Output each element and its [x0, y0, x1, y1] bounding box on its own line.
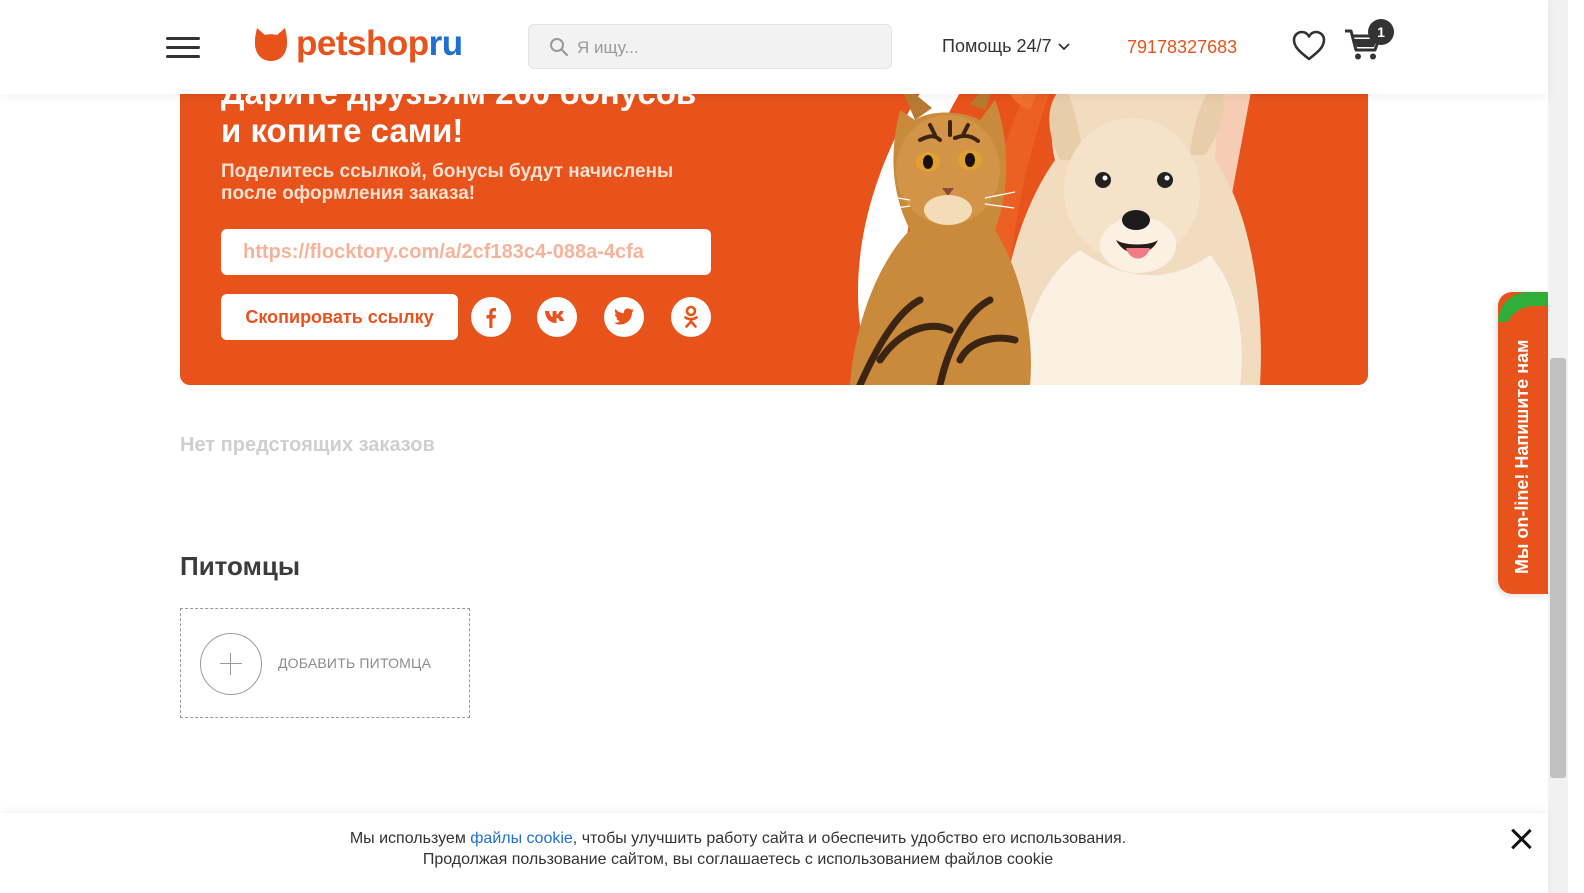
help-dropdown[interactable]: Помощь 24/7 [942, 36, 1070, 57]
close-icon[interactable] [1509, 827, 1533, 851]
cookie-text-before: Мы используем [349, 830, 471, 847]
add-pet-label: ДОБАВИТЬ ПИТОМЦА [278, 655, 432, 671]
cart-count-badge[interactable]: 1 [1368, 19, 1394, 45]
menu-icon[interactable] [166, 36, 200, 60]
vk-share-button[interactable] [537, 297, 577, 337]
chat-tab-label: Мы on-line! Напишите нам [1512, 339, 1532, 574]
logo-text: petshopru [296, 24, 463, 64]
odnoklassniki-icon [684, 305, 698, 328]
logo-text-ru: ru [428, 24, 464, 63]
site-header: petshopru Помощь 24/7 79178327683 1 [0, 0, 1548, 94]
search-bar[interactable] [528, 24, 892, 69]
cookie-text-after: , чтобы улучшить работу сайта и обеспечи… [572, 830, 1127, 847]
favorites-heart-icon[interactable] [1292, 30, 1326, 62]
banner-subtitle-line1: Поделитесь ссылкой, бонусы будут начисле… [221, 161, 674, 182]
site-logo[interactable]: petshopru [254, 24, 463, 64]
odnoklassniki-share-button[interactable] [671, 297, 711, 337]
banner-title-line2: и копите сами! [221, 112, 464, 149]
online-chat-tab[interactable]: Мы on-line! Напишите нам [1498, 292, 1548, 594]
search-icon [550, 38, 569, 57]
cookie-text-line1: Мы используем файлы cookie, чтобы улучши… [0, 830, 1476, 848]
twitter-icon [614, 308, 634, 325]
logo-text-petshop: petshop [296, 24, 429, 63]
add-pet-button[interactable]: ДОБАВИТЬ ПИТОМЦА [180, 608, 470, 718]
plus-circle-icon [200, 633, 262, 695]
referral-link-field[interactable]: https://flocktory.com/a/2cf183c4-088a-4c… [221, 229, 711, 275]
facebook-icon [486, 308, 496, 328]
facebook-share-button[interactable] [471, 297, 511, 337]
banner-subtitle-line2: после оформления заказа! [221, 183, 476, 204]
phone-link[interactable]: 79178327683 [1127, 37, 1237, 58]
search-input[interactable] [575, 35, 879, 61]
no-orders-text: Нет предстоящих заказов [180, 434, 435, 456]
banner-subtitle: Поделитесь ссылкой, бонусы будут начисле… [221, 161, 741, 205]
pets-section-title: Питомцы [180, 551, 301, 581]
cookie-files-link[interactable]: файлы cookie [470, 830, 573, 847]
cookie-text-line2: Продолжая пользование сайтом, вы соглаша… [422, 851, 1054, 868]
cat-logo-icon [254, 28, 288, 61]
chevron-down-icon [1057, 42, 1070, 50]
copy-link-button[interactable]: Скопировать ссылку [221, 294, 458, 340]
cookie-banner: Мы используем файлы cookie, чтобы улучши… [0, 813, 1548, 893]
page-scrollbar-thumb[interactable] [1550, 358, 1566, 778]
help-label: Помощь 24/7 [942, 36, 1052, 56]
vk-icon [545, 311, 564, 323]
twitter-share-button[interactable] [604, 297, 644, 337]
